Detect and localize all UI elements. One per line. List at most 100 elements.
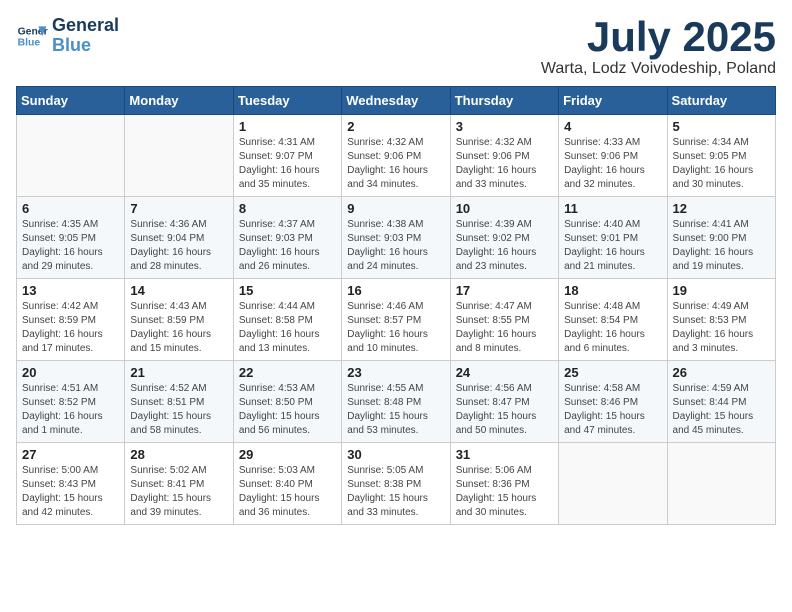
day-content: Sunrise: 4:58 AM Sunset: 8:46 PM Dayligh… bbox=[564, 382, 661, 438]
title-block: July 2025 Warta, Lodz Voivodeship, Polan… bbox=[541, 16, 776, 78]
day-content: Sunrise: 4:32 AM Sunset: 9:06 PM Dayligh… bbox=[456, 136, 553, 192]
calendar-cell bbox=[17, 115, 125, 197]
weekday-header-thursday: Thursday bbox=[450, 87, 558, 115]
weekday-header-sunday: Sunday bbox=[17, 87, 125, 115]
day-number: 4 bbox=[564, 119, 661, 134]
weekday-header-saturday: Saturday bbox=[667, 87, 775, 115]
day-content: Sunrise: 5:00 AM Sunset: 8:43 PM Dayligh… bbox=[22, 464, 119, 520]
day-number: 13 bbox=[22, 283, 119, 298]
day-number: 28 bbox=[130, 447, 227, 462]
calendar-cell: 29Sunrise: 5:03 AM Sunset: 8:40 PM Dayli… bbox=[233, 443, 341, 525]
day-content: Sunrise: 4:43 AM Sunset: 8:59 PM Dayligh… bbox=[130, 300, 227, 356]
calendar-cell: 14 Sunrise: 4:43 AM Sunset: 8:59 PM Dayli… bbox=[125, 279, 233, 361]
weekday-header-wednesday: Wednesday bbox=[342, 87, 450, 115]
calendar-cell: 18 Sunrise: 4:48 AM Sunset: 8:54 PM Dayli… bbox=[559, 279, 667, 361]
calendar-cell bbox=[667, 443, 775, 525]
calendar-cell: 23Sunrise: 4:55 AM Sunset: 8:48 PM Dayli… bbox=[342, 361, 450, 443]
calendar-cell: 11 Sunrise: 4:40 AM Sunset: 9:01 PM Dayli… bbox=[559, 197, 667, 279]
calendar-cell: 6 Sunrise: 4:35 AM Sunset: 9:05 PM Daylig… bbox=[17, 197, 125, 279]
week-row-3: 13 Sunrise: 4:42 AM Sunset: 8:59 PM Dayli… bbox=[17, 279, 776, 361]
day-content: Sunrise: 4:44 AM Sunset: 8:58 PM Dayligh… bbox=[239, 300, 336, 356]
logo-line1: General bbox=[52, 16, 119, 36]
week-row-2: 6 Sunrise: 4:35 AM Sunset: 9:05 PM Daylig… bbox=[17, 197, 776, 279]
day-content: Sunrise: 4:59 AM Sunset: 8:44 PM Dayligh… bbox=[673, 382, 770, 438]
day-content: Sunrise: 4:48 AM Sunset: 8:54 PM Dayligh… bbox=[564, 300, 661, 356]
week-row-4: 20 Sunrise: 4:51 AM Sunset: 8:52 PM Dayli… bbox=[17, 361, 776, 443]
day-content: Sunrise: 4:37 AM Sunset: 9:03 PM Dayligh… bbox=[239, 218, 336, 274]
calendar-cell: 12 Sunrise: 4:41 AM Sunset: 9:00 PM Dayli… bbox=[667, 197, 775, 279]
calendar-cell bbox=[559, 443, 667, 525]
calendar-cell: 27 Sunrise: 5:00 AM Sunset: 8:43 PM Dayli… bbox=[17, 443, 125, 525]
day-content: Sunrise: 4:49 AM Sunset: 8:53 PM Dayligh… bbox=[673, 300, 770, 356]
calendar-cell: 10Sunrise: 4:39 AM Sunset: 9:02 PM Dayli… bbox=[450, 197, 558, 279]
day-number: 9 bbox=[347, 201, 444, 216]
calendar-cell: 31Sunrise: 5:06 AM Sunset: 8:36 PM Dayli… bbox=[450, 443, 558, 525]
day-content: Sunrise: 4:31 AM Sunset: 9:07 PM Dayligh… bbox=[239, 136, 336, 192]
day-content: Sunrise: 4:47 AM Sunset: 8:55 PM Dayligh… bbox=[456, 300, 553, 356]
day-content: Sunrise: 4:38 AM Sunset: 9:03 PM Dayligh… bbox=[347, 218, 444, 274]
day-number: 16 bbox=[347, 283, 444, 298]
calendar-cell: 8 Sunrise: 4:37 AM Sunset: 9:03 PM Daylig… bbox=[233, 197, 341, 279]
day-number: 2 bbox=[347, 119, 444, 134]
day-number: 26 bbox=[673, 365, 770, 380]
day-number: 12 bbox=[673, 201, 770, 216]
calendar-cell: 28 Sunrise: 5:02 AM Sunset: 8:41 PM Dayli… bbox=[125, 443, 233, 525]
day-content: Sunrise: 4:53 AM Sunset: 8:50 PM Dayligh… bbox=[239, 382, 336, 438]
calendar-cell: 13 Sunrise: 4:42 AM Sunset: 8:59 PM Dayli… bbox=[17, 279, 125, 361]
day-number: 20 bbox=[22, 365, 119, 380]
day-number: 15 bbox=[239, 283, 336, 298]
calendar-cell: 24Sunrise: 4:56 AM Sunset: 8:47 PM Dayli… bbox=[450, 361, 558, 443]
day-number: 19 bbox=[673, 283, 770, 298]
weekday-header-friday: Friday bbox=[559, 87, 667, 115]
day-content: Sunrise: 4:41 AM Sunset: 9:00 PM Dayligh… bbox=[673, 218, 770, 274]
calendar-cell: 19 Sunrise: 4:49 AM Sunset: 8:53 PM Dayli… bbox=[667, 279, 775, 361]
day-content: Sunrise: 4:40 AM Sunset: 9:01 PM Dayligh… bbox=[564, 218, 661, 274]
logo: General Blue General Blue bbox=[16, 16, 119, 56]
day-number: 3 bbox=[456, 119, 553, 134]
calendar-cell: 25 Sunrise: 4:58 AM Sunset: 8:46 PM Dayli… bbox=[559, 361, 667, 443]
calendar: SundayMondayTuesdayWednesdayThursdayFrid… bbox=[16, 86, 776, 525]
day-content: Sunrise: 4:55 AM Sunset: 8:48 PM Dayligh… bbox=[347, 382, 444, 438]
logo-text: General Blue bbox=[52, 16, 119, 56]
day-number: 14 bbox=[130, 283, 227, 298]
calendar-cell: 9 Sunrise: 4:38 AM Sunset: 9:03 PM Daylig… bbox=[342, 197, 450, 279]
day-number: 18 bbox=[564, 283, 661, 298]
day-content: Sunrise: 4:39 AM Sunset: 9:02 PM Dayligh… bbox=[456, 218, 553, 274]
day-number: 1 bbox=[239, 119, 336, 134]
calendar-cell: 26 Sunrise: 4:59 AM Sunset: 8:44 PM Dayli… bbox=[667, 361, 775, 443]
day-content: Sunrise: 4:52 AM Sunset: 8:51 PM Dayligh… bbox=[130, 382, 227, 438]
day-number: 8 bbox=[239, 201, 336, 216]
location: Warta, Lodz Voivodeship, Poland bbox=[541, 60, 776, 78]
calendar-cell: 15 Sunrise: 4:44 AM Sunset: 8:58 PM Dayli… bbox=[233, 279, 341, 361]
day-content: Sunrise: 4:35 AM Sunset: 9:05 PM Dayligh… bbox=[22, 218, 119, 274]
day-number: 25 bbox=[564, 365, 661, 380]
week-row-1: 1 Sunrise: 4:31 AM Sunset: 9:07 PM Daylig… bbox=[17, 115, 776, 197]
day-number: 27 bbox=[22, 447, 119, 462]
day-content: Sunrise: 4:56 AM Sunset: 8:47 PM Dayligh… bbox=[456, 382, 553, 438]
day-number: 6 bbox=[22, 201, 119, 216]
day-content: Sunrise: 4:46 AM Sunset: 8:57 PM Dayligh… bbox=[347, 300, 444, 356]
calendar-cell: 22 Sunrise: 4:53 AM Sunset: 8:50 PM Dayli… bbox=[233, 361, 341, 443]
day-number: 29 bbox=[239, 447, 336, 462]
weekday-header-monday: Monday bbox=[125, 87, 233, 115]
day-content: Sunrise: 4:36 AM Sunset: 9:04 PM Dayligh… bbox=[130, 218, 227, 274]
svg-text:Blue: Blue bbox=[18, 37, 41, 48]
calendar-cell: 7Sunrise: 4:36 AM Sunset: 9:04 PM Daylig… bbox=[125, 197, 233, 279]
weekday-header-tuesday: Tuesday bbox=[233, 87, 341, 115]
day-number: 5 bbox=[673, 119, 770, 134]
day-content: Sunrise: 4:42 AM Sunset: 8:59 PM Dayligh… bbox=[22, 300, 119, 356]
day-number: 11 bbox=[564, 201, 661, 216]
calendar-cell: 2Sunrise: 4:32 AM Sunset: 9:06 PM Daylig… bbox=[342, 115, 450, 197]
day-content: Sunrise: 5:02 AM Sunset: 8:41 PM Dayligh… bbox=[130, 464, 227, 520]
calendar-cell bbox=[125, 115, 233, 197]
calendar-cell: 30Sunrise: 5:05 AM Sunset: 8:38 PM Dayli… bbox=[342, 443, 450, 525]
calendar-cell: 20 Sunrise: 4:51 AM Sunset: 8:52 PM Dayli… bbox=[17, 361, 125, 443]
day-number: 22 bbox=[239, 365, 336, 380]
logo-icon: General Blue bbox=[16, 20, 48, 52]
week-row-5: 27 Sunrise: 5:00 AM Sunset: 8:43 PM Dayli… bbox=[17, 443, 776, 525]
weekday-header-row: SundayMondayTuesdayWednesdayThursdayFrid… bbox=[17, 87, 776, 115]
day-content: Sunrise: 5:06 AM Sunset: 8:36 PM Dayligh… bbox=[456, 464, 553, 520]
day-content: Sunrise: 4:51 AM Sunset: 8:52 PM Dayligh… bbox=[22, 382, 119, 438]
day-number: 30 bbox=[347, 447, 444, 462]
calendar-cell: 16 Sunrise: 4:46 AM Sunset: 8:57 PM Dayli… bbox=[342, 279, 450, 361]
